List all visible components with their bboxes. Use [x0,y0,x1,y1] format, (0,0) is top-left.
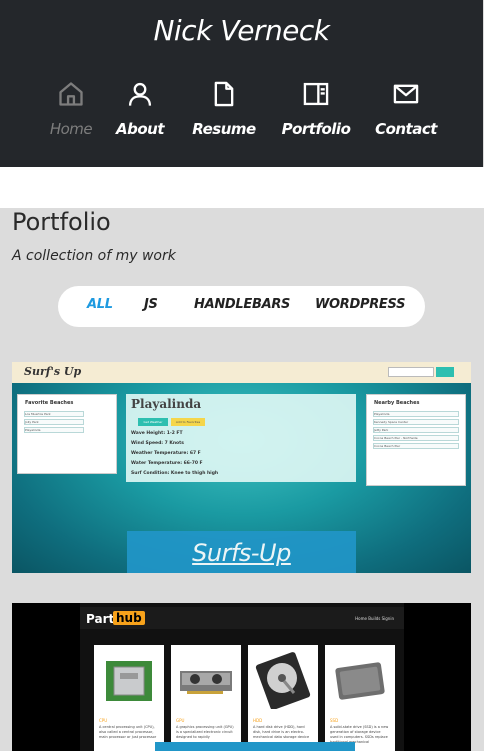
file-icon [214,81,234,107]
nav-label-portfolio: Portfolio [281,120,351,138]
parthub-product-card: HDD A hard disk drive (HDD), hard disk, … [248,645,318,751]
portfolio-subtitle: A collection of my work [12,248,176,264]
site-title[interactable]: Nick Verneck [0,14,483,47]
surfs-up-info-line: Water Temperature: 66-70 F [131,461,203,466]
surfs-up-nearby-row: Playalinda [373,411,459,417]
portfolio-title: Portfolio [12,208,111,236]
parthub-card-text: A hard disk drive (HDD), hard disk, hard… [253,725,310,739]
parthub-product-card: SSD A solid-state drive (SSD) is a new g… [325,645,395,751]
parthub-logo-part: Part [86,612,115,626]
surfs-up-info-line: Surf Condition: Knee to thigh high [131,471,219,476]
nav-item-about[interactable]: About [116,80,165,138]
parthub-card-text: A central processing unit (CPU), also ca… [99,725,157,739]
parthub-card-category: SSD [330,718,339,723]
surfs-up-nearby-row: Cocoa Beach Pier [373,443,459,449]
user-icon [128,82,152,106]
surfs-up-info-line: Wave Height: 1-2 FT [131,431,183,436]
project-card-parthub[interactable]: Part hub Home Builds Signin CPU A centra… [12,603,471,751]
surfs-up-favorite-row: Jolly Park [24,419,84,425]
surfs-up-favorite-row: Playalinda [24,427,84,433]
filter-wordpress[interactable]: WORDPRESS [315,297,405,312]
ssd-image-icon [335,662,385,700]
nav-item-contact[interactable]: Contact [370,80,442,138]
site-header: Nick Verneck Home About Resume Portfolio [0,0,483,167]
surfs-up-beach-title: Playalinda [131,397,202,411]
surfs-up-favorites-panel: Favorite Beaches Los Muertos Park Jolly … [17,394,117,474]
surfs-up-search-button [436,367,454,377]
nav-item-resume[interactable]: Resume [188,80,260,138]
surfs-up-nearby-row: Kennedy Space Center [373,419,459,425]
surfs-up-beach-panel: Playalinda Get Weather Add to Favorites … [126,394,356,482]
parthub-card-category: HDD [253,718,263,723]
surfs-up-favorite-row: Los Muertos Park [24,411,84,417]
parthub-product-card: CPU A central processing unit (CPU), als… [94,645,164,751]
parthub-nav-links: Home Builds Signin [355,616,394,621]
book-open-icon [303,82,329,106]
home-icon [59,82,83,106]
surfs-up-weather-button: Get Weather [138,418,168,426]
parthub-navbar: Part hub Home Builds Signin [80,607,404,629]
surfs-up-favorite-button: Add to Favorites [171,418,205,426]
nav-label-about: About [116,120,165,138]
surfs-up-search-field [388,367,434,377]
nav-item-portfolio[interactable]: Portfolio [278,80,354,138]
mail-icon [393,84,419,104]
parthub-card-text: A graphics processing unit (GPU) is a sp… [176,725,234,739]
filter-js[interactable]: JS [144,297,158,312]
header-spacer [0,167,484,208]
nav-item-home[interactable]: Home [40,80,102,138]
surfs-up-nearby-row: Jetty Park [373,427,459,433]
cpu-image-icon [106,661,152,701]
surfs-up-info-line: Weather Temperature: 67 F [131,451,201,456]
parthub-screenshot: Part hub Home Builds Signin CPU A centra… [80,603,404,751]
parthub-card-category: GPU [176,718,185,723]
surfs-up-nearby-title: Nearby Beaches [374,400,420,406]
surfs-up-brand: Surf's Up [24,365,82,378]
nav-label-home: Home [49,120,93,138]
parthub-product-card: GPU A graphics processing unit (GPU) is … [171,645,241,751]
parthub-logo-hub: hub [113,611,145,625]
surfs-up-info-line: Wind Speed: 7 Knots [131,441,184,446]
surfs-up-topbar: Surf's Up [12,362,471,383]
project-caption: Surfs-Up [127,531,356,573]
nav-label-resume: Resume [192,120,256,138]
filter-handlebars[interactable]: HANDLEBARS [194,297,290,312]
project-link-surfs-up[interactable]: Surfs-Up [192,539,291,567]
project-caption [155,742,355,751]
portfolio-filter-bar: ALL JS HANDLEBARS WORDPRESS [58,286,425,327]
main-nav: Home About Resume Portfolio Contact [0,80,483,150]
surfs-up-nearby-panel: Nearby Beaches Playalinda Kennedy Space … [366,394,466,486]
parthub-card-category: CPU [99,718,108,723]
nav-label-contact: Contact [375,120,437,138]
project-card-surfs-up[interactable]: Surf's Up Favorite Beaches Los Muertos P… [12,362,471,573]
filter-all[interactable]: ALL [87,297,113,312]
surfs-up-nearby-row: Cocoa Beach Pier - Northside [373,435,459,441]
gpu-image-icon [180,671,232,694]
surfs-up-favorites-title: Favorite Beaches [25,400,74,406]
hdd-image-icon [255,652,311,709]
